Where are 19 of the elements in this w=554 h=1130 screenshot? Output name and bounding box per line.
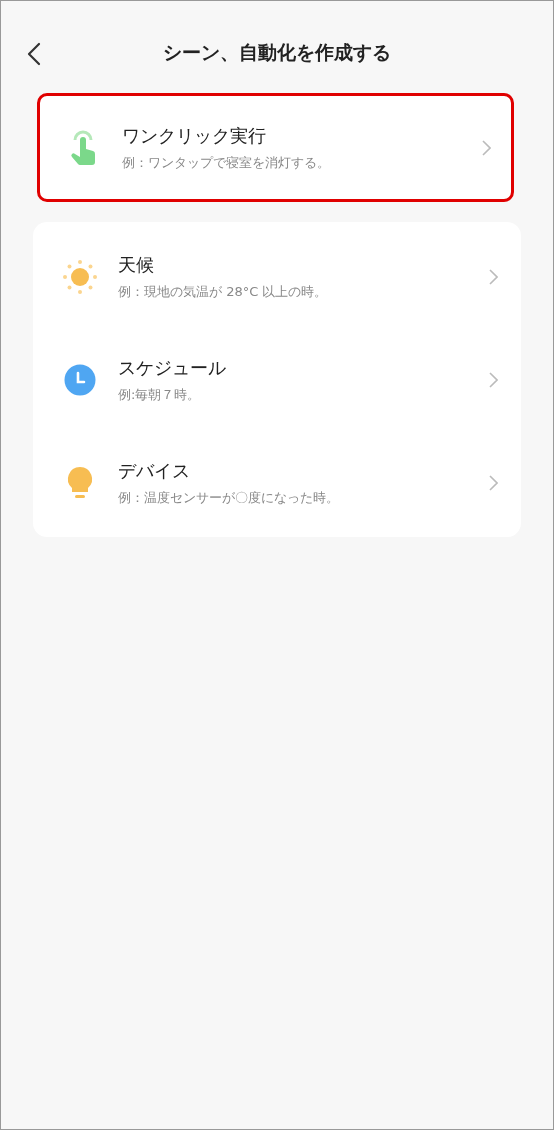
page-title: シーン、自動化を作成する	[163, 40, 391, 65]
item-example: 例:毎朝７時。	[118, 385, 202, 404]
chevron-right-icon	[489, 371, 498, 388]
chevron-right-icon	[482, 139, 491, 156]
item-title: 天候	[118, 252, 155, 277]
list-item[interactable]: スケジュール 例:毎朝７時。	[36, 328, 518, 431]
sun-icon	[60, 258, 100, 295]
list-item[interactable]: デバイス 例：温度センサーが〇度になった時。	[36, 431, 518, 534]
chevron-right-icon	[489, 268, 498, 285]
list-item[interactable]: ワンクリック実行 例：ワンタップで寝室を消灯する。	[40, 96, 511, 199]
item-example: 例：ワンタップで寝室を消灯する。	[122, 153, 331, 172]
chevron-right-icon	[489, 474, 498, 491]
item-title: ワンクリック実行	[122, 123, 267, 148]
list-item[interactable]: 天候 例：現地の気温が 28°C 以上の時。	[36, 225, 518, 328]
item-example: 例：現地の気温が 28°C 以上の時。	[118, 282, 329, 301]
item-title: デバイス	[118, 458, 191, 483]
item-example: 例：温度センサーが〇度になった時。	[118, 488, 340, 507]
item-title: スケジュール	[118, 355, 227, 380]
back-icon[interactable]	[27, 42, 41, 66]
